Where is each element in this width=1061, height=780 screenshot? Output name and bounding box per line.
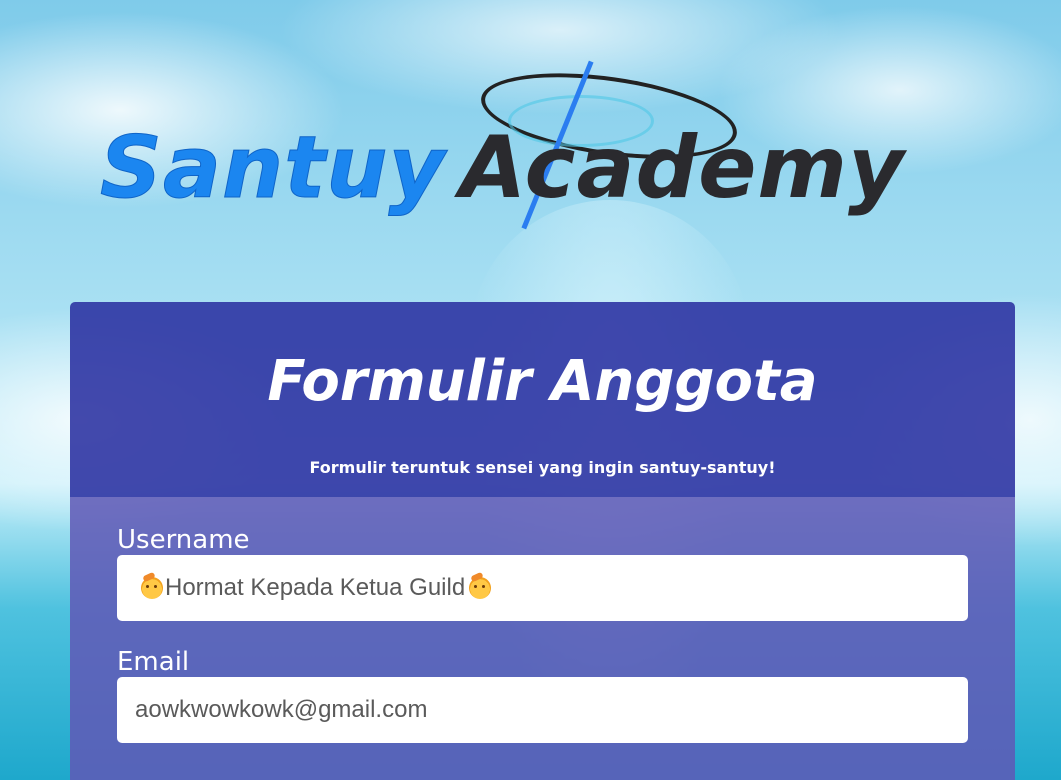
username-label: Username [117,525,250,555]
saluting-face-icon [469,577,492,599]
member-form-card: Formulir Anggota Formulir teruntuk sense… [70,302,1015,780]
logo-text: Santuy Academy [100,125,905,212]
form-body: Username Hormat Kepada Ketua Guild Email… [70,497,1015,780]
form-subtitle: Formulir teruntuk sensei yang ingin sant… [309,458,776,477]
form-title: Formulir Anggota [267,349,818,414]
logo-word-academy: Academy [459,118,906,218]
logo-word-santuy: Santuy [100,118,446,218]
email-input[interactable]: aowkwowkowk@gmail.com [117,677,968,743]
email-label: Email [117,647,190,677]
saluting-face-icon [141,577,163,599]
santuy-academy-logo: Santuy Academy [100,55,1000,245]
form-header: Formulir Anggota Formulir teruntuk sense… [70,302,1015,497]
username-value: Hormat Kepada Ketua Guild [165,574,466,601]
username-input[interactable]: Hormat Kepada Ketua Guild [117,555,968,621]
email-value: aowkwowkowk@gmail.com [135,696,428,723]
